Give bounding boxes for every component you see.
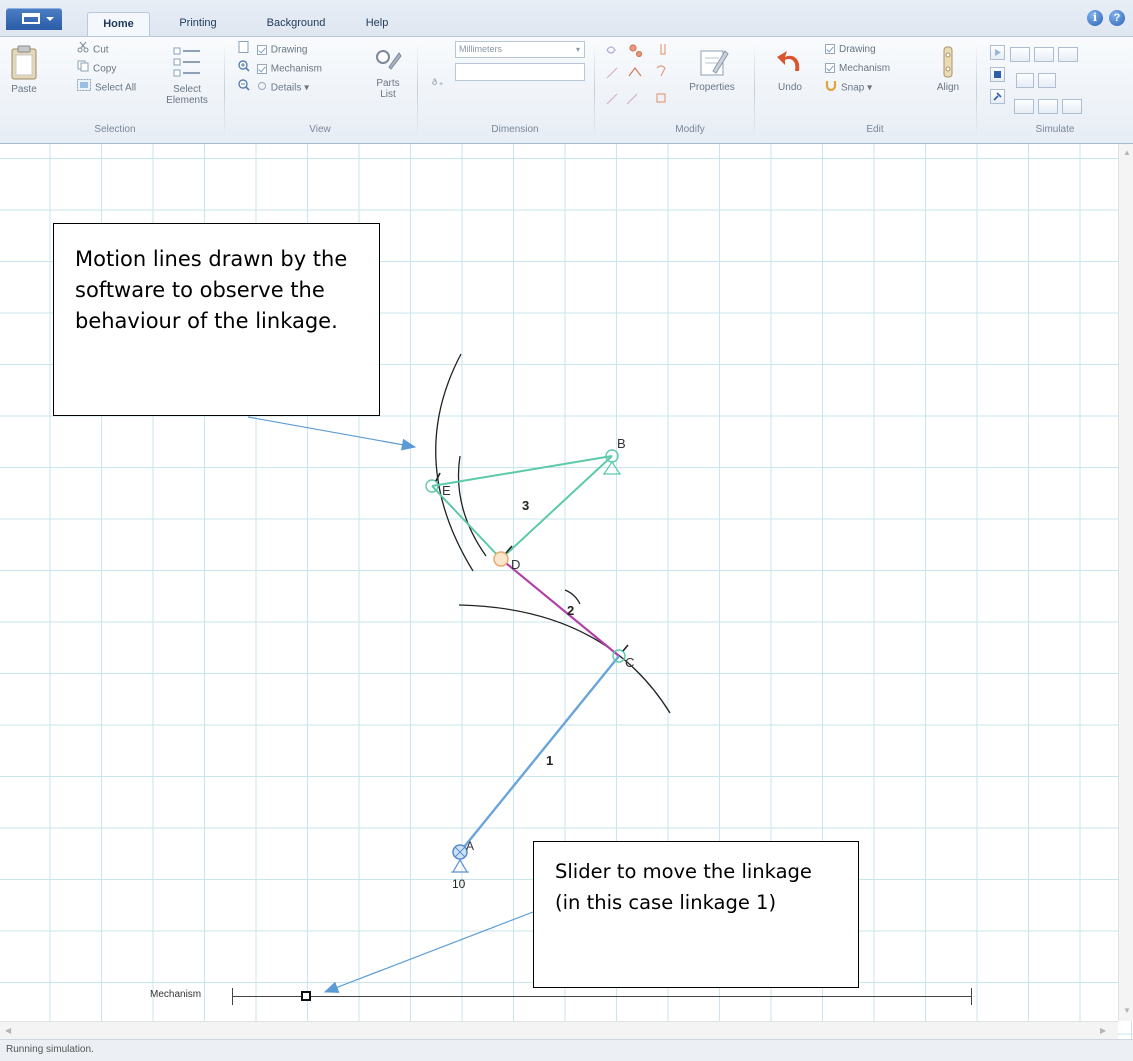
scroll-right-icon[interactable]: ▶ [1100, 1026, 1106, 1035]
link-1-label: 1 [546, 753, 553, 768]
ground-label: 10 [452, 877, 466, 891]
vertical-scrollbar[interactable]: ▲ ▼ [1118, 144, 1133, 1021]
status-text: Running simulation. [6, 1044, 94, 1055]
callout-arrow-slider [323, 911, 534, 993]
slider-callout: Slider to move the linkage (in this case… [533, 841, 859, 988]
scroll-up-icon[interactable]: ▲ [1123, 148, 1131, 157]
mechanism-slider-thumb[interactable] [301, 991, 311, 1001]
link-2-label: 2 [567, 603, 574, 618]
motion-path-d [457, 455, 487, 557]
point-c-label: C [625, 655, 634, 670]
slider-callout-text: Slider to move the linkage (in this case… [555, 860, 812, 914]
horizontal-scrollbar[interactable]: ◀ ▶ [0, 1021, 1118, 1039]
callout-arrow-motion [247, 416, 417, 451]
link-3-label: 3 [522, 498, 529, 513]
point-b-label: B [617, 436, 626, 451]
slider-end-tick [971, 988, 972, 1005]
status-bar: Running simulation. [0, 1039, 1133, 1061]
motion-path-e [435, 353, 474, 572]
slider-start-tick [232, 988, 233, 1005]
scroll-down-icon[interactable]: ▼ [1123, 1006, 1131, 1015]
slider-label: Mechanism [150, 989, 202, 1000]
motion-lines-callout: Motion lines drawn by the software to ob… [53, 223, 380, 416]
point-a-label: A [466, 839, 474, 853]
joint-d[interactable] [493, 545, 513, 567]
motion-lines-callout-text: Motion lines drawn by the software to ob… [75, 247, 348, 333]
link-2[interactable] [500, 558, 620, 657]
point-d-label: D [511, 557, 520, 572]
point-e-label: E [442, 483, 451, 498]
mechanism-slider-track[interactable] [232, 996, 972, 997]
motion-path-2 [564, 589, 581, 605]
scroll-left-icon[interactable]: ◀ [5, 1026, 11, 1035]
motion-path-c [458, 604, 671, 714]
link-1[interactable] [459, 655, 620, 853]
